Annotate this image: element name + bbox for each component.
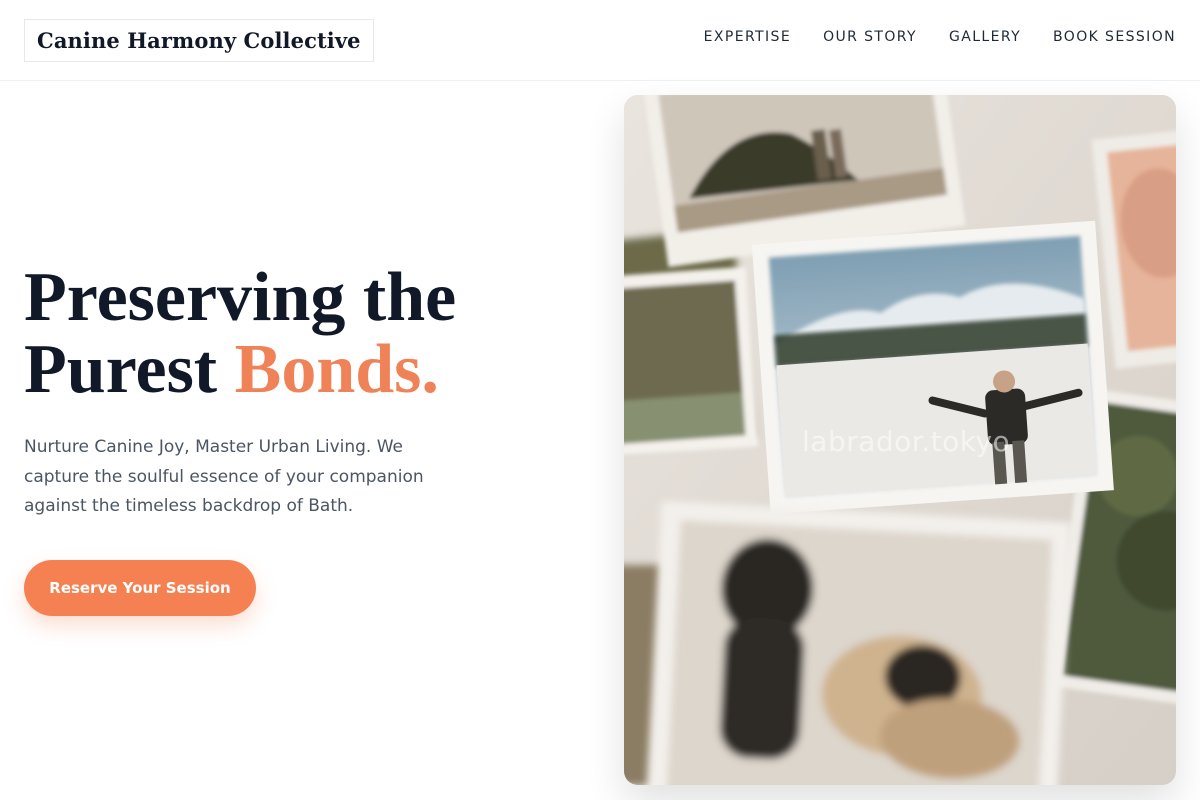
- image-watermark: labrador.tokyo: [802, 425, 1011, 458]
- nav-link-gallery[interactable]: GALLERY: [949, 29, 1021, 45]
- brand-logo[interactable]: Canine Harmony Collective: [24, 19, 374, 62]
- nav-link-our-story[interactable]: OUR STORY: [823, 29, 917, 45]
- hero-headline: Preserving the Purest Bonds.: [24, 262, 544, 406]
- reserve-session-button[interactable]: Reserve Your Session: [24, 560, 256, 616]
- hero-image: labrador.tokyo: [624, 95, 1176, 785]
- site-header: Canine Harmony Collective EXPERTISE OUR …: [0, 0, 1200, 81]
- headline-line-2: Purest: [24, 331, 235, 408]
- headline-accent: Bonds.: [234, 331, 439, 408]
- nav-link-book-session[interactable]: BOOK SESSION: [1053, 29, 1176, 45]
- main-nav: EXPERTISE OUR STORY GALLERY BOOK SESSION: [704, 29, 1176, 45]
- headline-line-1: Preserving the: [24, 259, 457, 336]
- hero-subtext: Nurture Canine Joy, Master Urban Living.…: [24, 437, 424, 516]
- nav-link-expertise[interactable]: EXPERTISE: [704, 29, 791, 45]
